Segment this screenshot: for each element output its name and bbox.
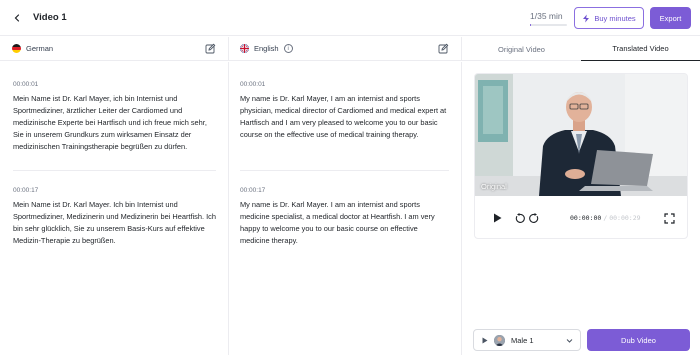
avatar	[494, 334, 505, 346]
page-title: Video 1	[33, 12, 67, 23]
source-segment[interactable]: 00:00:01 Mein Name ist Dr. Karl Mayer, i…	[13, 81, 216, 153]
edit-icon[interactable]	[438, 43, 449, 54]
buy-minutes-label: Buy minutes	[594, 13, 636, 23]
dub-video-button[interactable]: Dub Video	[587, 329, 690, 351]
voice-label: Male 1	[511, 335, 534, 345]
play-icon[interactable]	[482, 337, 488, 344]
player-controls: 00:00:00/00:00:29	[475, 196, 687, 238]
video-overlay-label: Original	[481, 182, 507, 191]
rewind-button[interactable]	[513, 212, 525, 224]
segment-divider	[240, 170, 449, 171]
fullscreen-button[interactable]	[663, 212, 675, 224]
export-button[interactable]: Export	[650, 7, 691, 29]
segment-timestamp: 00:00:01	[13, 81, 39, 88]
segment-text[interactable]: My name is Dr. Karl Mayer. I am an inter…	[240, 199, 449, 247]
minutes-remaining: 1/35 min	[530, 11, 563, 21]
tab-translated-video[interactable]: Translated Video	[581, 37, 700, 61]
target-language-label: English	[254, 44, 279, 53]
source-transcript: 00:00:01 Mein Name ist Dr. Karl Mayer, i…	[0, 62, 229, 355]
segment-text[interactable]: Mein Name ist Dr. Karl Mayer, ich bin In…	[13, 93, 216, 153]
segment-timestamp: 00:00:17	[13, 187, 39, 194]
target-segment[interactable]: 00:00:01 My name is Dr. Karl Mayer, I am…	[240, 81, 449, 141]
source-language-header: German	[0, 37, 229, 61]
video-player: Original 00:00:00/00:00:29	[474, 73, 688, 239]
forward-button[interactable]	[528, 212, 540, 224]
back-icon	[14, 14, 20, 22]
time-separator: /	[603, 214, 608, 222]
target-segment[interactable]: 00:00:17 My name is Dr. Karl Mayer. I am…	[240, 187, 449, 247]
segment-divider	[13, 170, 216, 171]
segment-text[interactable]: Mein Name ist Dr. Karl Mayer. Ich bin In…	[13, 199, 216, 247]
total-time: 00:00:29	[609, 214, 641, 222]
lightning-icon	[583, 14, 590, 22]
chevron-down-icon	[566, 339, 573, 343]
target-language-header: English i	[229, 37, 462, 61]
info-icon[interactable]: i	[283, 44, 293, 53]
back-button[interactable]	[10, 11, 24, 25]
fullscreen-icon	[663, 212, 675, 224]
voice-select[interactable]: Male 1	[473, 329, 581, 351]
segment-timestamp: 00:00:01	[240, 81, 266, 88]
tab-original-video[interactable]: Original Video	[462, 37, 581, 61]
source-language-label: German	[26, 44, 54, 53]
segment-text[interactable]: My name is Dr. Karl Mayer, I am an inter…	[240, 93, 449, 141]
uk-flag-icon	[240, 44, 249, 53]
video-tabs: Original Video Translated Video	[462, 37, 700, 61]
top-bar: Video 1 1/35 min Buy minutes Export	[0, 0, 700, 36]
video-frame[interactable]: Original	[475, 74, 687, 196]
forward-icon	[528, 212, 538, 223]
minutes-progress-bar	[530, 24, 567, 26]
dub-footer: Male 1 Dub Video	[462, 322, 700, 355]
segment-timestamp: 00:00:17	[240, 187, 266, 194]
time-display: 00:00:00/00:00:29	[570, 214, 641, 222]
source-segment[interactable]: 00:00:17 Mein Name ist Dr. Karl Mayer. I…	[13, 187, 216, 247]
play-icon	[493, 213, 501, 223]
play-button[interactable]	[491, 212, 503, 224]
german-flag-icon	[12, 44, 21, 53]
rewind-icon	[515, 212, 525, 223]
buy-minutes-button[interactable]: Buy minutes	[574, 7, 644, 29]
current-time: 00:00:00	[570, 214, 602, 222]
video-still	[475, 74, 687, 196]
edit-icon[interactable]	[205, 43, 216, 54]
minutes-progress-fill	[530, 24, 532, 26]
target-transcript: 00:00:01 My name is Dr. Karl Mayer, I am…	[229, 62, 462, 355]
